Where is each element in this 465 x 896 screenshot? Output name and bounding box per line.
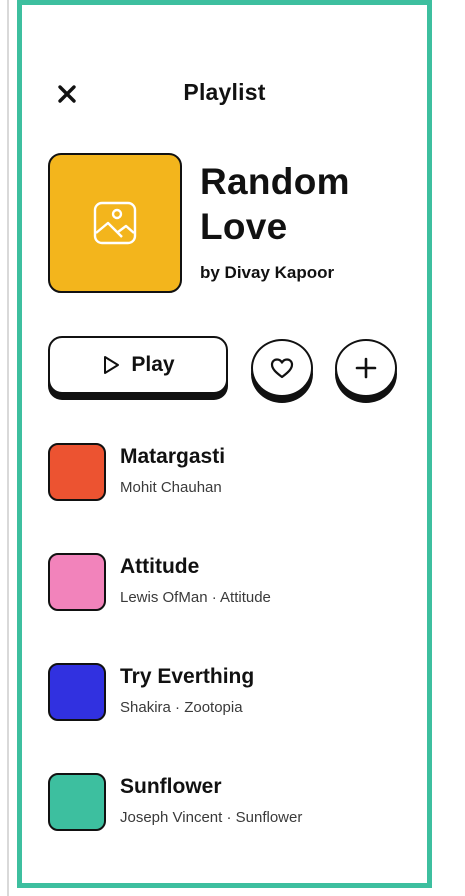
image-icon bbox=[93, 201, 137, 245]
page-title: Playlist bbox=[183, 79, 266, 105]
left-divider bbox=[7, 0, 9, 896]
track-artwork bbox=[48, 773, 106, 831]
play-outline-icon bbox=[104, 356, 120, 374]
track-artwork bbox=[48, 663, 106, 721]
track-title: Sunflower bbox=[120, 775, 222, 798]
track-artwork bbox=[48, 553, 106, 611]
heart-outline-icon bbox=[270, 358, 294, 379]
track-title: Matargasti bbox=[120, 445, 226, 468]
track-item-matargasti[interactable]: Matargasti Mohit Chauhan bbox=[48, 443, 408, 503]
playlist-title: Random Love bbox=[200, 161, 350, 247]
track-subtitle: Mohit Chauhan bbox=[120, 479, 222, 496]
track-subtitle: Shakira · Zootopia bbox=[120, 699, 243, 716]
play-button[interactable]: Play bbox=[48, 336, 228, 394]
track-title: Attitude bbox=[120, 555, 200, 578]
plus-icon bbox=[355, 357, 377, 379]
like-button[interactable] bbox=[251, 339, 313, 397]
playlist-author: by Divay Kapoor bbox=[200, 263, 335, 282]
playlist-cover bbox=[48, 153, 182, 293]
track-item-try-everthing[interactable]: Try Everthing Shakira · Zootopia bbox=[48, 663, 408, 723]
track-item-sunflower[interactable]: Sunflower Joseph Vincent · Sunflower bbox=[48, 773, 408, 833]
add-button[interactable] bbox=[335, 339, 397, 397]
play-label: Play bbox=[131, 353, 175, 376]
track-subtitle: Lewis OfMan · Attitude bbox=[120, 589, 271, 606]
track-subtitle: Joseph Vincent · Sunflower bbox=[120, 809, 303, 826]
playlist-screen: Playlist Random Love by Divay Kapoor Pla… bbox=[17, 0, 432, 888]
track-title: Try Everthing bbox=[120, 665, 255, 688]
track-artwork bbox=[48, 443, 106, 501]
track-item-attitude[interactable]: Attitude Lewis OfMan · Attitude bbox=[48, 553, 408, 613]
